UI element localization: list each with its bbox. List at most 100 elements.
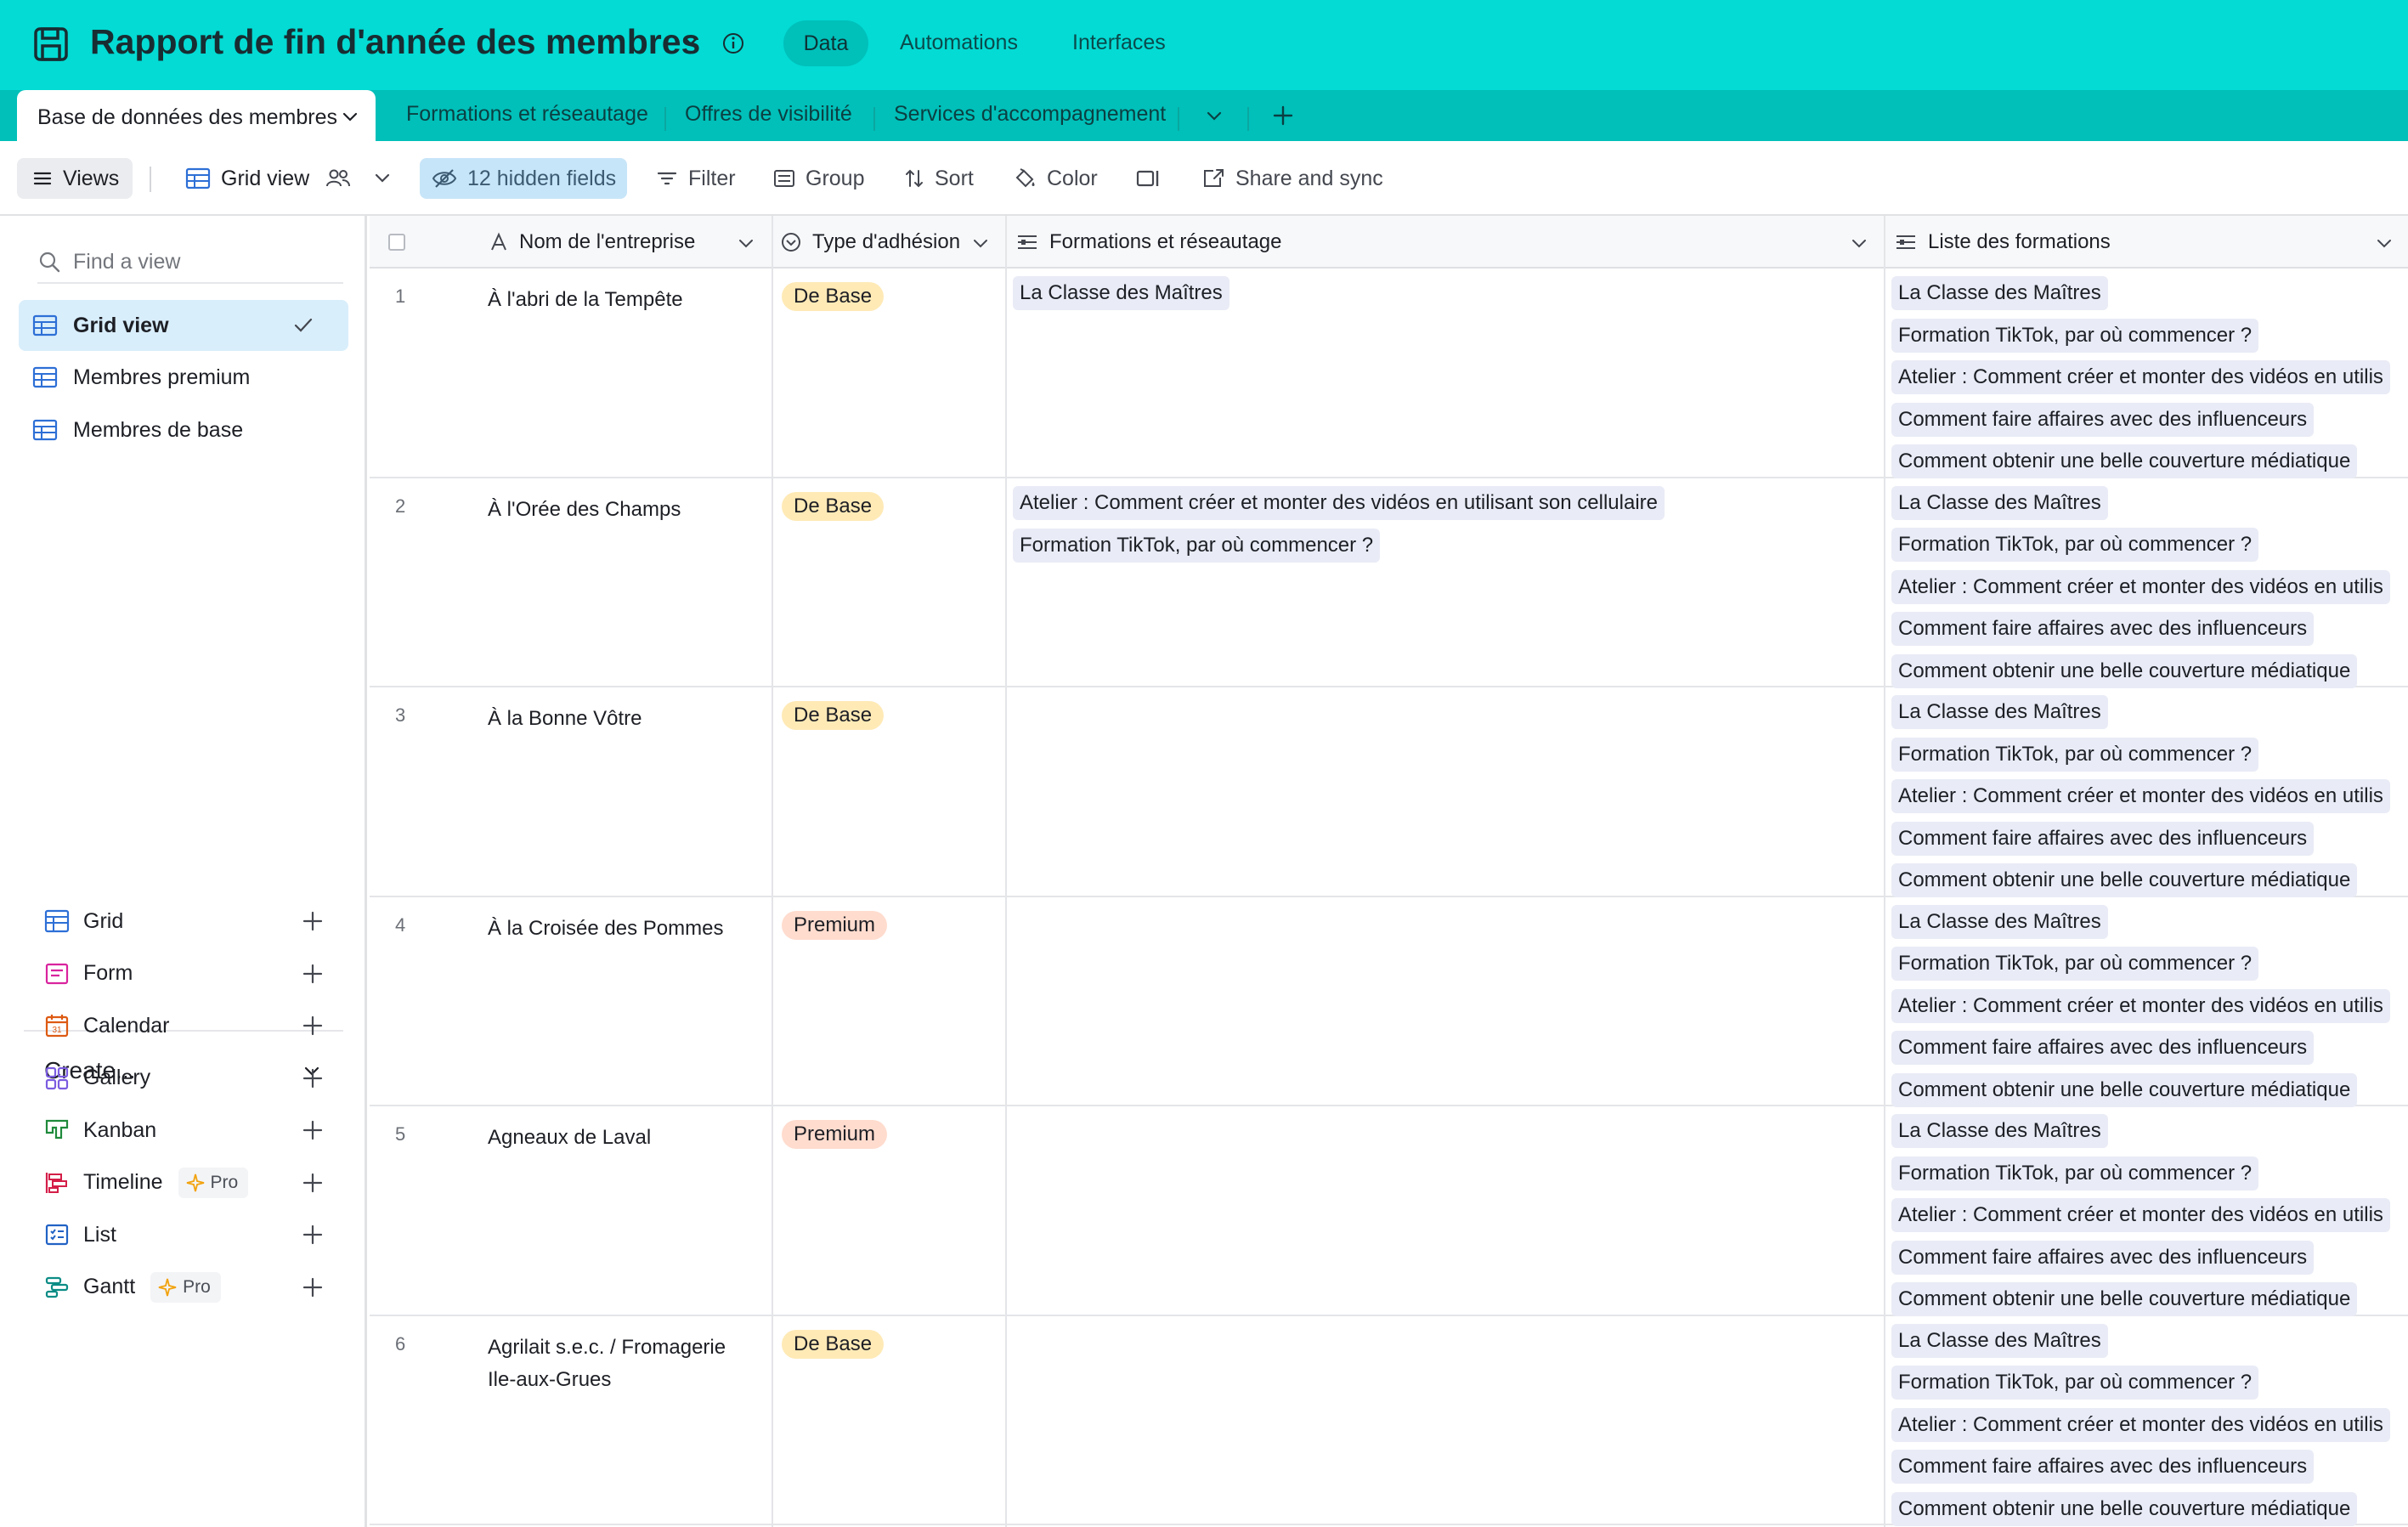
chevron-down-icon[interactable] [971, 235, 990, 253]
liste-formation-chip[interactable]: La Classe des Maîtres [1891, 276, 2108, 310]
color-button[interactable]: Color [1013, 158, 1098, 199]
company-name-cell[interactable]: À la Croisée des Pommes [488, 913, 760, 945]
formation-chip[interactable]: La Classe des Maîtres [1013, 276, 1229, 310]
plus-icon[interactable] [301, 1118, 325, 1142]
liste-formation-chip[interactable]: Comment faire affaires avec des influenc… [1891, 402, 2315, 437]
info-icon[interactable] [721, 31, 746, 56]
membership-type-pill[interactable]: De Base [782, 1329, 885, 1359]
liste-formation-chip[interactable]: Comment obtenir une belle couverture méd… [1891, 653, 2358, 688]
table-row[interactable]: 4 À la Croisée des Pommes Premium La Classe… [370, 897, 2408, 1107]
plus-icon[interactable] [301, 962, 325, 986]
liste-formation-chip[interactable]: Comment obtenir une belle couverture méd… [1891, 1072, 2358, 1107]
membership-type-pill[interactable]: Premium [782, 1120, 888, 1149]
column-header-type[interactable]: Type d'adhésion [780, 216, 960, 269]
hidden-fields-button[interactable]: 12 hidden fields [420, 158, 627, 199]
table-tab-offres[interactable]: Offres de visibilité [685, 102, 852, 127]
membership-type-pill[interactable]: De Base [782, 491, 885, 521]
plus-icon[interactable] [301, 909, 325, 933]
chevron-down-icon[interactable] [737, 235, 755, 253]
add-table-icon[interactable] [1271, 104, 1295, 127]
table-row[interactable]: 3 À la Bonne Vôtre De Base La Classe des Ma… [370, 687, 2408, 897]
table-tab-services[interactable]: Services d'accompagnement [894, 102, 1166, 127]
liste-formation-chip[interactable]: Formation TikTok, par où commencer ? [1891, 1156, 2259, 1190]
plus-icon[interactable] [301, 1066, 325, 1090]
tab-data[interactable]: Data [783, 20, 868, 66]
liste-formation-chip[interactable]: Atelier : Comment créer et monter des vi… [1891, 1407, 2390, 1442]
group-button[interactable]: Group [773, 158, 864, 199]
liste-formation-chip[interactable]: Comment faire affaires avec des influenc… [1891, 821, 2315, 856]
create-grid-item[interactable]: Grid [44, 900, 325, 942]
find-view-input[interactable]: Find a view [37, 241, 343, 284]
liste-formation-chip[interactable]: Formation TikTok, par où commencer ? [1891, 318, 2259, 353]
chevron-down-icon[interactable] [680, 31, 702, 53]
plus-icon[interactable] [301, 1171, 325, 1195]
sidebar-view-base[interactable]: Membres de base [19, 404, 348, 455]
liste-formation-chip[interactable]: Formation TikTok, par où commencer ? [1891, 737, 2259, 772]
chevron-down-icon[interactable] [1203, 105, 1225, 127]
sort-button[interactable]: Sort [904, 158, 974, 199]
plus-icon[interactable] [301, 1275, 325, 1299]
formation-chip[interactable]: Formation TikTok, par où commencer ? [1013, 528, 1381, 563]
create-gallery-item[interactable]: Gallery [44, 1057, 325, 1100]
liste-formation-chip[interactable]: Atelier : Comment créer et monter des vi… [1891, 988, 2390, 1023]
liste-formation-chip[interactable]: La Classe des Maîtres [1891, 1114, 2108, 1148]
table-row[interactable]: 2 À l'Orée des Champs De Base Atelier : Com… [370, 478, 2408, 688]
membership-type-pill[interactable]: Premium [782, 910, 888, 940]
table-row[interactable]: 1 À l'abri de la Tempête De Base La Classe … [370, 269, 2408, 478]
liste-formation-chip[interactable]: Formation TikTok, par où commencer ? [1891, 528, 2259, 562]
company-name-cell[interactable]: À l'Orée des Champs [488, 494, 760, 526]
company-name-cell[interactable]: Agrilait s.e.c. / Fromagerie Ile-aux-Gru… [488, 1332, 760, 1396]
liste-formation-chip[interactable]: Comment faire affaires avec des influenc… [1891, 1450, 2315, 1484]
liste-formation-chip[interactable]: Atelier : Comment créer et monter des vi… [1891, 569, 2390, 604]
create-gantt-item[interactable]: Gantt Pro [44, 1266, 325, 1309]
tab-interfaces[interactable]: Interfaces [1072, 31, 1166, 55]
create-kanban-item[interactable]: Kanban [44, 1109, 325, 1151]
company-name-cell[interactable]: À l'abri de la Tempête [488, 284, 760, 316]
chevron-down-icon[interactable] [2375, 235, 2394, 253]
liste-formation-chip[interactable]: Comment faire affaires avec des influenc… [1891, 612, 2315, 646]
base-icon[interactable] [32, 25, 70, 63]
share-sync-button[interactable]: Share and sync [1201, 158, 1383, 199]
create-list-item[interactable]: List [44, 1213, 325, 1256]
base-title[interactable]: Rapport de fin d'année des membres [90, 22, 700, 62]
table-tab-active[interactable]: Base de données des membres [17, 90, 376, 141]
liste-formation-chip[interactable]: Comment faire affaires avec des influenc… [1891, 1031, 2315, 1065]
company-name-cell[interactable]: Agneaux de Laval [488, 1122, 760, 1154]
liste-formation-chip[interactable]: Atelier : Comment créer et monter des vi… [1891, 1198, 2390, 1232]
select-all-checkbox[interactable] [388, 234, 405, 251]
liste-formation-chip[interactable]: Comment obtenir une belle couverture méd… [1891, 1282, 2358, 1316]
table-row[interactable]: 6 Agrilait s.e.c. / Fromagerie Ile-aux-Gr… [370, 1316, 2408, 1526]
table-row[interactable]: 5 Agneaux de Laval Premium La Classe des Ma… [370, 1106, 2408, 1316]
liste-formation-chip[interactable]: Formation TikTok, par où commencer ? [1891, 1366, 2259, 1400]
create-timeline-item[interactable]: Timeline Pro [44, 1162, 325, 1204]
liste-formation-chip[interactable]: La Classe des Maîtres [1891, 695, 2108, 729]
liste-formation-chip[interactable]: Atelier : Comment créer et monter des vi… [1891, 360, 2390, 394]
table-tab-formations[interactable]: Formations et réseautage [406, 102, 648, 127]
row-height-button[interactable] [1135, 158, 1171, 199]
view-switcher[interactable]: Grid view [185, 158, 403, 199]
liste-formation-chip[interactable]: La Classe des Maîtres [1891, 485, 2108, 520]
liste-formation-chip[interactable]: Comment obtenir une belle couverture méd… [1891, 444, 2358, 478]
membership-type-pill[interactable]: De Base [782, 701, 885, 730]
formation-chip[interactable]: Atelier : Comment créer et monter des vi… [1013, 485, 1665, 520]
chevron-down-icon[interactable] [340, 107, 360, 127]
liste-formation-chip[interactable]: Comment obtenir une belle couverture méd… [1891, 1491, 2358, 1526]
create-form-item[interactable]: Form [44, 953, 325, 995]
filter-button[interactable]: Filter [656, 158, 736, 199]
chevron-down-icon[interactable] [1850, 235, 1868, 253]
column-header-formations[interactable]: Formations et réseautage [1015, 216, 1281, 269]
column-header-company[interactable]: Nom de l'entreprise [489, 216, 695, 269]
liste-formation-chip[interactable]: La Classe des Maîtres [1891, 1323, 2108, 1358]
membership-type-pill[interactable]: De Base [782, 282, 885, 311]
tab-automations[interactable]: Automations [900, 31, 1018, 55]
plus-icon[interactable] [301, 1223, 325, 1247]
company-name-cell[interactable]: À la Bonne Vôtre [488, 703, 760, 735]
create-calendar-item[interactable]: 31 Calendar [44, 1004, 325, 1047]
plus-icon[interactable] [301, 1014, 325, 1038]
sidebar-view-premium[interactable]: Membres premium [19, 352, 348, 403]
liste-formation-chip[interactable]: Formation TikTok, par où commencer ? [1891, 947, 2259, 981]
liste-formation-chip[interactable]: Atelier : Comment créer et monter des vi… [1891, 779, 2390, 813]
column-header-liste[interactable]: Liste des formations [1894, 216, 2111, 269]
liste-formation-chip[interactable]: Comment faire affaires avec des influenc… [1891, 1240, 2315, 1275]
sidebar-view-grid[interactable]: Grid view [19, 300, 348, 351]
